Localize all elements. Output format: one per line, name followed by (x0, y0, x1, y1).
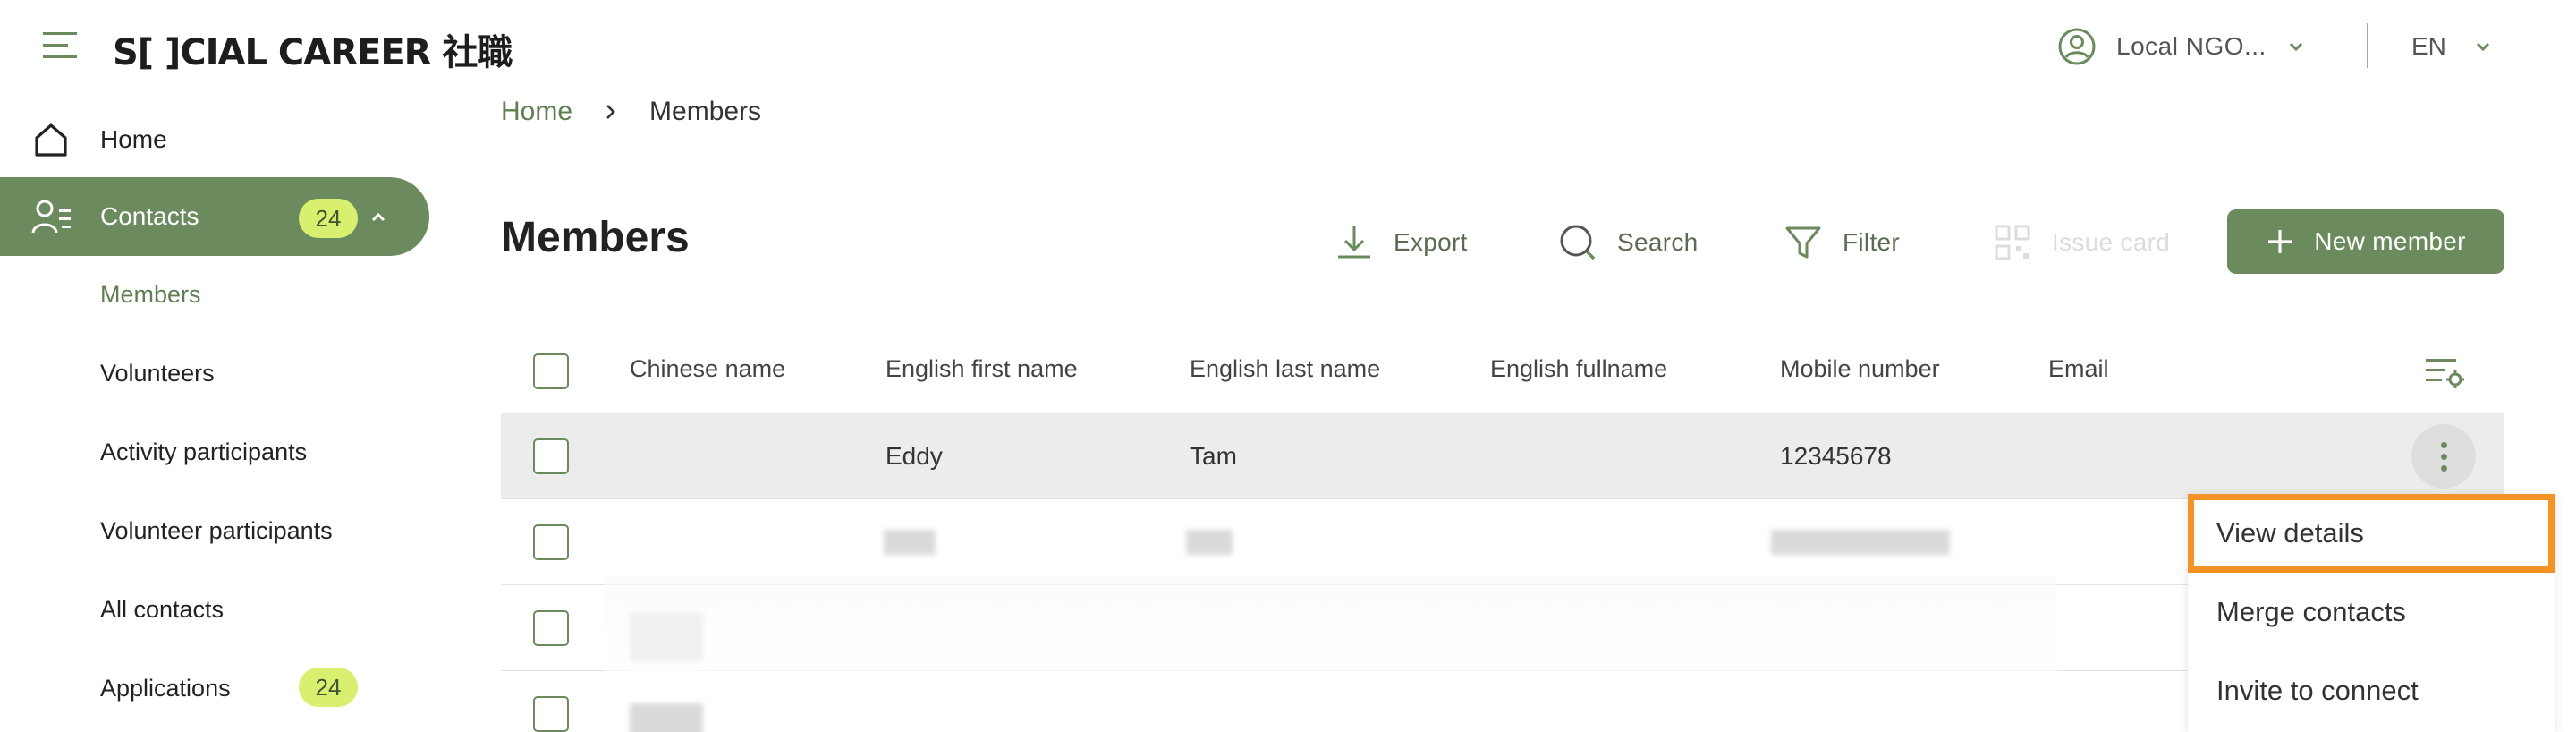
applications-count-badge: 24 (299, 668, 358, 707)
chevron-down-icon (2476, 42, 2489, 52)
contacts-icon (31, 200, 71, 234)
cell-mobile: 12345678 (1780, 442, 1892, 470)
row-checkbox[interactable] (533, 438, 569, 474)
menu-item-view-details[interactable]: View details (2188, 494, 2555, 573)
new-member-button[interactable]: New member (2227, 209, 2504, 274)
export-button[interactable]: Export (1335, 218, 1468, 267)
user-circle-icon (2058, 28, 2096, 65)
plus-icon (2268, 230, 2292, 253)
sidebar-item-label: Home (100, 125, 167, 153)
language-label: EN (2411, 32, 2446, 60)
row-context-menu: View details Merge contacts Invite to co… (2188, 494, 2555, 732)
redacted-cell (884, 530, 936, 555)
column-header-english-fullname[interactable]: English fullname (1490, 355, 1667, 383)
filter-button[interactable]: Filter (1784, 218, 1900, 267)
select-all-checkbox[interactable] (533, 353, 569, 389)
breadcrumb: Home Members (501, 95, 761, 129)
qr-code-icon (1995, 225, 2030, 260)
column-header-email[interactable]: Email (2048, 355, 2109, 383)
more-vertical-icon-dot (2440, 464, 2447, 472)
breadcrumb-current: Members (649, 97, 762, 126)
sidebar-item-volunteer-participants[interactable]: Volunteer participants (100, 517, 333, 545)
table-row[interactable]: Eddy Tam 12345678 (501, 413, 2504, 499)
sidebar-item-volunteers[interactable]: Volunteers (100, 360, 215, 387)
home-icon (35, 123, 67, 157)
chevron-up-icon (371, 212, 386, 222)
search-button[interactable]: Search (1558, 218, 1699, 267)
sidebar-item-label: Contacts (100, 202, 199, 230)
loading-overlay (605, 576, 2057, 675)
menu-icon[interactable] (41, 27, 79, 64)
chevron-down-icon (2289, 42, 2302, 52)
filter-label: Filter (1843, 228, 1901, 256)
menu-item-merge-contacts[interactable]: Merge contacts (2188, 573, 2555, 651)
account-menu[interactable]: Local NGO... (2057, 23, 2306, 70)
more-vertical-icon-dot (2440, 441, 2447, 448)
sidebar-item-home[interactable]: Home (0, 107, 429, 172)
cell-last-name: Tam (1190, 442, 1237, 470)
breadcrumb-home-link[interactable]: Home (501, 97, 572, 127)
redacted-cell (1186, 530, 1233, 555)
new-member-label: New member (2314, 227, 2466, 255)
redacted-cell (630, 703, 703, 732)
page-title: Members (501, 214, 690, 261)
cell-first-name: Eddy (886, 442, 943, 470)
sidebar-item-contacts[interactable]: Contacts 24 (0, 177, 429, 256)
column-header-mobile-number[interactable]: Mobile number (1780, 355, 1940, 383)
more-vertical-icon-dot (2440, 453, 2447, 460)
filter-icon (1785, 226, 1821, 259)
sidebar-item-all-contacts[interactable]: All contacts (100, 596, 224, 624)
search-label: Search (1617, 228, 1699, 256)
contacts-count-badge: 24 (299, 199, 358, 238)
sidebar-item-activity-participants[interactable]: Activity participants (100, 438, 307, 466)
table-header: Chinese name English first name English … (501, 328, 2504, 413)
top-bar: S[ ]CIAL CAREER 社職 Local NGO... EN (0, 0, 2576, 93)
sidebar-item-applications[interactable]: Applications (100, 675, 231, 702)
app-logo[interactable]: S[ ]CIAL CAREER 社職 (113, 23, 513, 75)
column-header-english-last-name[interactable]: English last name (1190, 355, 1380, 383)
row-checkbox[interactable] (533, 696, 569, 732)
language-selector[interactable]: EN (2411, 23, 2493, 70)
row-actions-button[interactable] (2411, 424, 2476, 489)
account-label: Local NGO... (2116, 32, 2267, 60)
column-settings-icon[interactable] (2424, 353, 2465, 393)
redacted-cell (1771, 530, 1950, 555)
chevron-right-icon (606, 105, 615, 119)
export-label: Export (1394, 228, 1468, 256)
column-header-chinese-name[interactable]: Chinese name (630, 355, 785, 383)
row-checkbox[interactable] (533, 610, 569, 646)
download-icon (1338, 226, 1370, 259)
menu-item-invite-to-connect[interactable]: Invite to connect (2188, 651, 2555, 730)
row-checkbox[interactable] (533, 524, 569, 560)
sidebar-item-members[interactable]: Members (100, 281, 201, 309)
search-icon (1560, 225, 1596, 260)
issue-card-button[interactable]: Issue card (1993, 218, 2170, 267)
header-divider (2367, 23, 2368, 68)
issue-card-label: Issue card (2052, 228, 2171, 256)
sidebar: Home Contacts 24 Members Volunteers Acti… (0, 93, 447, 732)
column-header-english-first-name[interactable]: English first name (886, 355, 1078, 383)
